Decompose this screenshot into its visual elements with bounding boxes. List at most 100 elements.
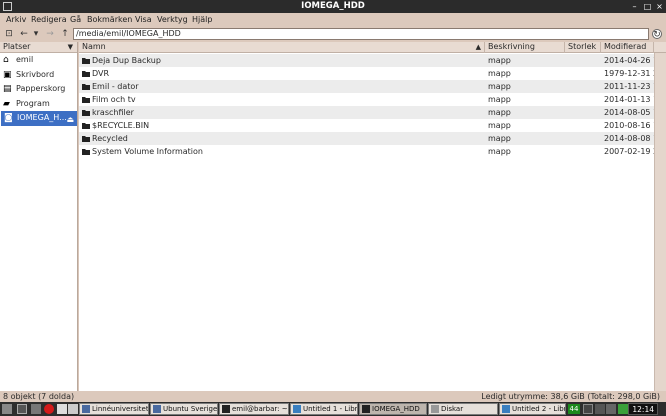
file-manager-launcher-icon[interactable] [31,404,41,414]
file-description: mapp [488,56,511,65]
disks-icon [431,405,439,413]
places-sidebar: Platser ▼ ⌂ emil ▣ Skrivbord ▤ Pappersko… [0,42,78,391]
file-name: $RECYCLE.BIN [92,121,150,130]
file-name: Film och tv [92,95,136,104]
file-name: Deja Dup Backup [92,56,161,65]
file-description: mapp [488,95,511,104]
browser-icon [82,405,90,413]
task-untitled-2[interactable]: Untitled 2 - Libr... [499,403,566,415]
sidebar-item-label: Skrivbord [16,69,55,79]
table-row[interactable]: Deja Dup Backupmapp2014-04-26 13:49 [79,54,666,67]
task-label: Linnéuniversitet... [92,405,149,413]
battery-icon[interactable] [618,404,628,414]
table-row[interactable]: Film och tvmapp2014-01-13 12:46 [79,93,666,106]
file-description: mapp [488,82,511,91]
menu-verktyg[interactable]: Verktyg [157,15,188,24]
statusbar: 8 objekt (7 dolda) Ledigt utrymme: 38,6 … [0,391,666,402]
maximize-icon[interactable]: □ [643,2,652,11]
menu-arkiv[interactable]: Arkiv [6,15,26,24]
sidebar-item-program[interactable]: ▰ Program [0,97,77,112]
task-terminal[interactable]: emil@barbar: ~ [219,403,289,415]
table-row[interactable]: Emil - datormapp2011-11-23 16:55 [79,80,666,93]
task-label: Diskar [441,405,464,413]
table-row[interactable]: kraschfilermapp2014-08-05 10:19 [79,106,666,119]
sidebar-item-skrivbord[interactable]: ▣ Skrivbord [0,68,77,83]
menu-launcher-icon[interactable] [2,404,12,414]
sidebar-header[interactable]: Platser ▼ [0,42,77,53]
reload-icon[interactable]: ↻ [652,29,662,40]
writer-icon [293,405,301,413]
sidebar-item-label: Program [16,98,50,108]
column-modified[interactable]: Modifierad [601,42,654,53]
sort-ascending-icon: ▲ [475,43,481,51]
table-row[interactable]: $RECYCLE.BINmapp2010-08-16 19:59 [79,119,666,132]
task-diskar[interactable]: Diskar [428,403,498,415]
show-desktop-icon[interactable] [17,404,27,414]
task-label: emil@barbar: ~ [232,405,288,413]
cpu-monitor-icon[interactable] [583,404,593,414]
minimize-icon[interactable]: – [630,2,639,11]
menu-ga[interactable]: Gå [70,15,81,24]
table-row[interactable]: DVRmapp1979-12-31 23:00 [79,67,666,80]
chevron-down-icon[interactable]: ▼ [68,42,73,52]
file-description: mapp [488,108,511,117]
close-icon[interactable]: × [655,2,664,11]
indicator-badge[interactable]: 44 [568,404,580,414]
window-switcher-icon[interactable] [68,404,78,414]
table-row[interactable]: Recycledmapp2014-08-08 11:41 [79,132,666,145]
eject-icon[interactable]: ⏏ [66,113,74,127]
menubar: Arkiv Redigera Gå Bokmärken Visa Verktyg… [0,13,666,26]
folder-icon [362,405,370,413]
new-tab-icon[interactable]: ⊡ [4,29,14,39]
column-name-label: Namn [82,42,106,51]
back-dropdown-icon[interactable]: ▾ [31,29,41,39]
sidebar-item-papperskorg[interactable]: ▤ Papperskorg [0,82,77,97]
column-description-label: Beskrivning [488,42,535,51]
file-rows: Deja Dup Backupmapp2014-04-26 13:49DVRma… [79,54,666,158]
file-name: Recycled [92,134,128,143]
folder-icon [82,136,90,142]
home-icon: ⌂ [3,55,9,65]
menu-bokmarken[interactable]: Bokmärken [87,15,132,24]
status-free-space: Ledigt utrymme: 38,6 GiB (Totalt: 298,0 … [481,392,660,401]
terminal-launcher-icon[interactable] [57,404,67,414]
window-title: IOMEGA_HDD [301,1,365,11]
sidebar-item-label: Papperskorg [16,84,66,93]
table-row[interactable]: System Volume Information mapp 2007-02-19 … [79,145,666,158]
drive-icon: ◙ [4,113,13,123]
sidebar-header-label: Platser [3,42,31,51]
back-icon[interactable]: ← [19,29,29,39]
file-description: mapp [488,134,511,143]
task-linneuniversitet[interactable]: Linnéuniversitet... [79,403,149,415]
desktop-icon: ▣ [3,69,12,80]
folder-icon [82,149,90,155]
app-launcher-icon[interactable] [44,404,54,414]
location-input[interactable]: /media/emil/IOMEGA_HDD [73,28,649,40]
sidebar-item-emil[interactable]: ⌂ emil [0,53,77,68]
task-label: Ubuntu Sverige ... [163,405,218,413]
sidebar-item-iomega[interactable]: ◙ IOMEGA_H... ⏏ [1,111,77,126]
volume-icon[interactable] [606,404,616,414]
column-size[interactable]: Storlek [565,42,601,53]
file-name: System Volume Information [92,147,203,156]
network-icon[interactable] [595,404,605,414]
task-label: Untitled 1 - Libr... [303,405,358,413]
file-list-view: Namn ▲ Beskrivning Storlek Modifierad De… [79,42,666,391]
trash-icon: ▤ [3,84,12,94]
task-ubuntu-sverige[interactable]: Ubuntu Sverige ... [150,403,218,415]
menu-visa[interactable]: Visa [135,15,152,24]
column-name[interactable]: Namn ▲ [79,42,485,53]
vertical-scrollbar[interactable] [654,53,666,391]
menu-redigera[interactable]: Redigera [31,15,67,24]
folder-icon [82,110,90,116]
task-untitled-1[interactable]: Untitled 1 - Libr... [290,403,358,415]
forward-icon[interactable]: → [45,29,55,39]
sidebar-item-label: emil [16,55,34,64]
clock[interactable]: 12:14 [628,403,658,415]
column-description[interactable]: Beskrivning [485,42,565,53]
task-iomega-hdd[interactable]: IOMEGA_HDD [359,403,427,415]
up-icon[interactable]: ↑ [60,29,70,39]
task-label: IOMEGA_HDD [372,405,420,413]
file-name: DVR [92,69,110,78]
menu-hjalp[interactable]: Hjälp [192,15,212,24]
